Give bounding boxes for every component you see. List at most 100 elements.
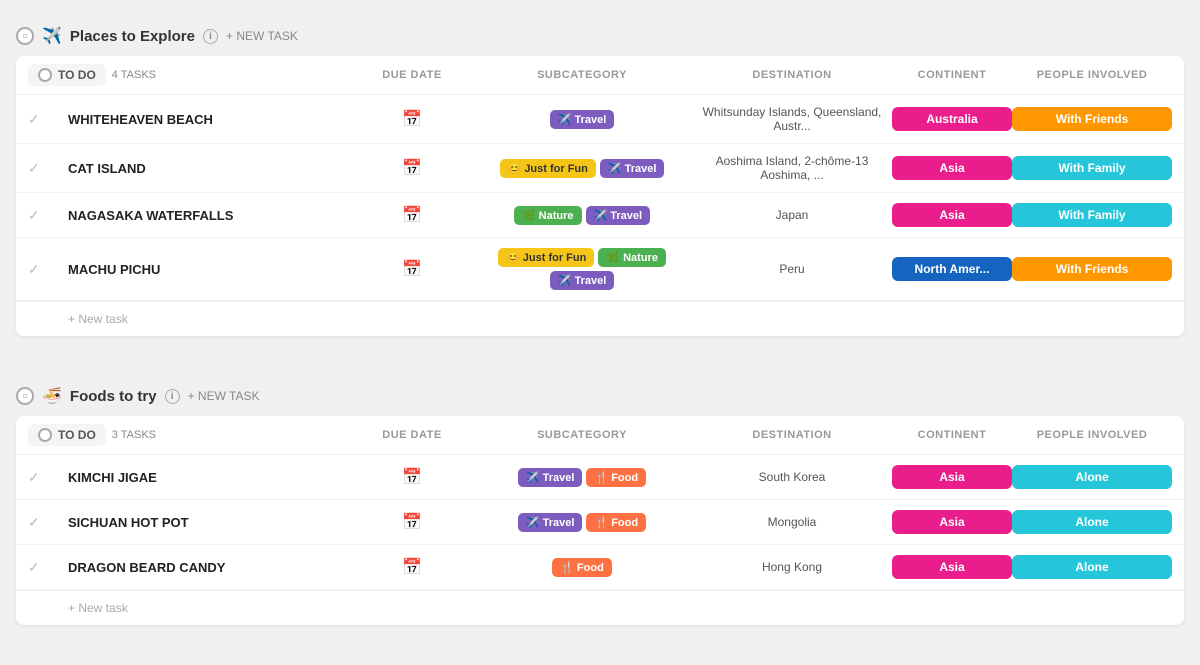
tag-fun: 😊 Just for Fun (500, 159, 596, 178)
todo-badge-foods: TO DO (28, 424, 106, 446)
calendar-icon[interactable]: 📅 (352, 205, 472, 225)
check-icon[interactable]: ✓ (28, 160, 68, 177)
tag-food: 🍴 Food (586, 513, 646, 532)
task-name: KIMCHI JIGAE (68, 470, 352, 485)
section-title-foods: Foods to try (70, 388, 157, 405)
people-badge: With Friends (1012, 107, 1172, 131)
todo-label-places: TO DO (58, 68, 96, 82)
table-row: ✓ KIMCHI JIGAE 📅 ✈️ Travel 🍴 Food South … (16, 455, 1184, 500)
task-name: SICHUAN HOT POT (68, 515, 352, 530)
tasks-count-places: 4 TASKS (112, 69, 156, 81)
section-header-foods: ○ 🍜 Foods to try i + NEW TASK (16, 376, 1184, 416)
people-badge: With Family (1012, 203, 1172, 227)
task-name: WHITEHEAVEN BEACH (68, 112, 352, 127)
destination-cell: Aoshima Island, 2-chôme-13 Aoshima, ... (692, 154, 892, 182)
tags-cell: 😊 Just for Fun ✈️ Travel (472, 159, 692, 178)
col-subcategory-foods: SUBCATEGORY (472, 429, 692, 441)
info-icon-places[interactable]: i (203, 29, 218, 44)
continent-badge: Asia (892, 203, 1012, 227)
destination-cell: Mongolia (692, 515, 892, 529)
check-icon[interactable]: ✓ (28, 207, 68, 224)
continent-badge: Australia (892, 107, 1012, 131)
task-name: DRAGON BEARD CANDY (68, 560, 352, 575)
calendar-icon[interactable]: 📅 (352, 512, 472, 532)
tags-cell: 😊 Just for Fun 🌿 Nature ✈️ Travel (472, 248, 692, 290)
people-badge: With Friends (1012, 257, 1172, 281)
table-row: ✓ SICHUAN HOT POT 📅 ✈️ Travel 🍴 Food Mon… (16, 500, 1184, 545)
section-title-places: Places to Explore (70, 28, 195, 45)
table-foods: TO DO 3 TASKS DUE DATE SUBCATEGORY DESTI… (16, 416, 1184, 625)
tag-travel: ✈️ Travel (586, 206, 651, 225)
table-places: TO DO 4 TASKS DUE DATE SUBCATEGORY DESTI… (16, 56, 1184, 336)
tag-travel: ✈️ Travel (550, 271, 615, 290)
col-due-date-foods: DUE DATE (352, 429, 472, 441)
check-icon[interactable]: ✓ (28, 514, 68, 531)
todo-badge-places: TO DO (28, 64, 106, 86)
tag-nature: 🌿 Nature (598, 248, 666, 267)
section-collapse-places[interactable]: ○ (16, 27, 34, 45)
table-row: ✓ WHITEHEAVEN BEACH 📅 ✈️ Travel Whitsund… (16, 95, 1184, 144)
tags-cell: ✈️ Travel (472, 110, 692, 129)
tag-food: 🍴 Food (552, 558, 612, 577)
table-row: ✓ MACHU PICHU 📅 😊 Just for Fun 🌿 Nature … (16, 238, 1184, 301)
continent-badge: Asia (892, 555, 1012, 579)
calendar-icon[interactable]: 📅 (352, 557, 472, 577)
col-destination-foods: DESTINATION (692, 429, 892, 441)
destination-cell: Japan (692, 208, 892, 222)
todo-circle-places (38, 68, 52, 82)
table-row: ✓ DRAGON BEARD CANDY 📅 🍴 Food Hong Kong … (16, 545, 1184, 590)
section-collapse-foods[interactable]: ○ (16, 387, 34, 405)
people-badge: With Family (1012, 156, 1172, 180)
task-name: NAGASAKA WATERFALLS (68, 208, 352, 223)
tag-food: 🍴 Food (586, 468, 646, 487)
tag-travel: ✈️ Travel (550, 110, 615, 129)
destination-cell: South Korea (692, 470, 892, 484)
tag-travel: ✈️ Travel (600, 159, 665, 178)
col-continent-places: CONTINENT (892, 69, 1012, 81)
continent-badge: Asia (892, 510, 1012, 534)
table-row: ✓ CAT ISLAND 📅 😊 Just for Fun ✈️ Travel … (16, 144, 1184, 193)
tags-cell: 🌿 Nature ✈️ Travel (472, 206, 692, 225)
continent-badge: Asia (892, 465, 1012, 489)
tag-fun: 😊 Just for Fun (498, 248, 594, 267)
calendar-icon[interactable]: 📅 (352, 467, 472, 487)
tag-travel: ✈️ Travel (518, 513, 583, 532)
info-icon-foods[interactable]: i (165, 389, 180, 404)
new-task-link-foods[interactable]: + NEW TASK (188, 389, 260, 403)
destination-cell: Peru (692, 262, 892, 276)
people-badge: Alone (1012, 510, 1172, 534)
col-due-date-places: DUE DATE (352, 69, 472, 81)
col-destination-places: DESTINATION (692, 69, 892, 81)
col-subcategory-places: SUBCATEGORY (472, 69, 692, 81)
destination-cell: Whitsunday Islands, Queensland, Austr... (692, 105, 892, 133)
calendar-icon[interactable]: 📅 (352, 158, 472, 178)
add-task-row-places[interactable]: + New task (16, 301, 1184, 336)
calendar-icon[interactable]: 📅 (352, 259, 472, 279)
task-name: MACHU PICHU (68, 262, 352, 277)
todo-circle-foods (38, 428, 52, 442)
section-icon-places: ✈️ (42, 26, 62, 46)
continent-badge: Asia (892, 156, 1012, 180)
tag-nature: 🌿 Nature (514, 206, 582, 225)
table-header-places: TO DO 4 TASKS DUE DATE SUBCATEGORY DESTI… (16, 56, 1184, 95)
check-icon[interactable]: ✓ (28, 559, 68, 576)
check-icon[interactable]: ✓ (28, 111, 68, 128)
continent-badge: North Amer... (892, 257, 1012, 281)
table-header-foods: TO DO 3 TASKS DUE DATE SUBCATEGORY DESTI… (16, 416, 1184, 455)
check-icon[interactable]: ✓ (28, 469, 68, 486)
col-people-foods: PEOPLE INVOLVED (1012, 429, 1172, 441)
section-header-places: ○ ✈️ Places to Explore i + NEW TASK (16, 16, 1184, 56)
tags-cell: ✈️ Travel 🍴 Food (472, 468, 692, 487)
new-task-link-places[interactable]: + NEW TASK (226, 29, 298, 43)
destination-cell: Hong Kong (692, 560, 892, 574)
tasks-count-foods: 3 TASKS (112, 429, 156, 441)
tag-travel: ✈️ Travel (518, 468, 583, 487)
calendar-icon[interactable]: 📅 (352, 109, 472, 129)
people-badge: Alone (1012, 555, 1172, 579)
col-people-places: PEOPLE INVOLVED (1012, 69, 1172, 81)
add-task-row-foods[interactable]: + New task (16, 590, 1184, 625)
people-badge: Alone (1012, 465, 1172, 489)
check-icon[interactable]: ✓ (28, 261, 68, 278)
tags-cell: 🍴 Food (472, 558, 692, 577)
tags-cell: ✈️ Travel 🍴 Food (472, 513, 692, 532)
